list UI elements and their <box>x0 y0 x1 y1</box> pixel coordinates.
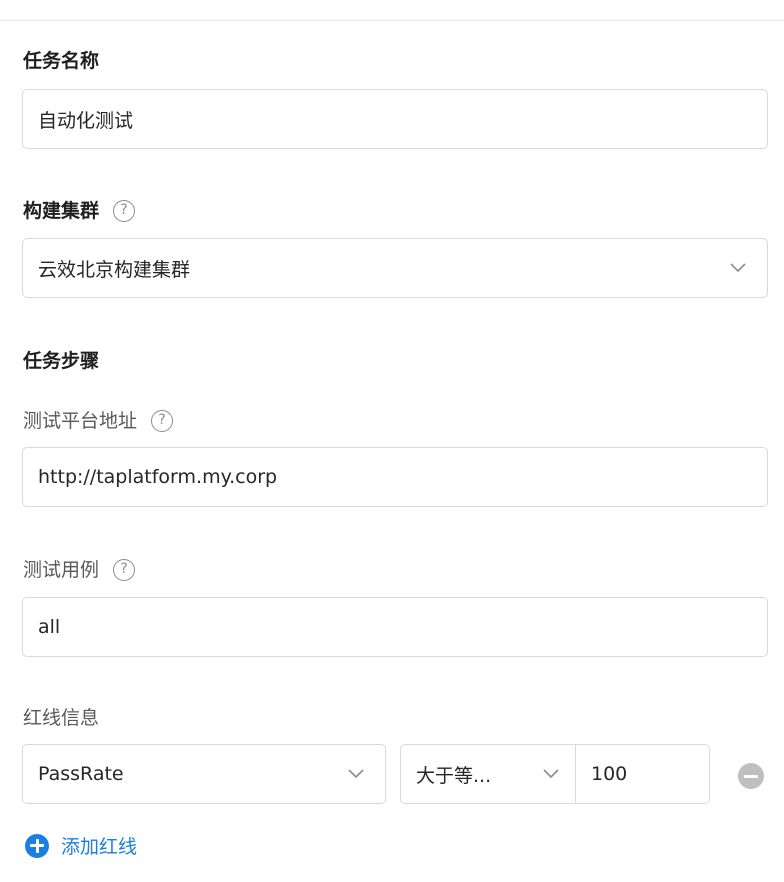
add-redline-button[interactable]: 添加红线 <box>25 832 137 859</box>
question-circle-icon[interactable]: ? <box>113 200 136 222</box>
plus-circle-icon <box>25 833 49 858</box>
redline-threshold-input[interactable]: 100 <box>575 744 710 804</box>
task-name-input[interactable]: 自动化测试 <box>22 89 768 149</box>
chevron-down-icon <box>343 761 369 787</box>
chevron-down-icon <box>725 255 751 281</box>
task-steps-heading: 任务步骤 <box>23 350 100 372</box>
redline-label: 红线信息 <box>23 707 100 729</box>
top-divider <box>0 20 784 21</box>
chevron-down-icon <box>538 761 564 787</box>
test-platform-label: 测试平台地址 ? <box>23 409 174 433</box>
question-circle-icon[interactable]: ? <box>151 410 174 432</box>
redline-metric-select[interactable]: PassRate <box>22 744 386 804</box>
test-platform-input[interactable]: http://taplatform.my.corp <box>22 447 768 507</box>
test-cases-input[interactable]: all <box>22 597 768 657</box>
build-cluster-select[interactable]: 云效北京构建集群 <box>22 238 768 298</box>
minus-circle-icon[interactable] <box>738 763 764 789</box>
test-cases-label: 测试用例 ? <box>23 558 136 582</box>
build-cluster-label: 构建集群 ? <box>23 199 136 223</box>
redline-operator-select[interactable]: 大于等... <box>400 744 577 804</box>
task-name-label: 任务名称 <box>23 50 100 72</box>
task-config-form: 任务名称 自动化测试 构建集群 ? 云效北京构建集群 任务步骤 测试平台地址 ?… <box>0 0 784 882</box>
question-circle-icon[interactable]: ? <box>113 559 136 581</box>
